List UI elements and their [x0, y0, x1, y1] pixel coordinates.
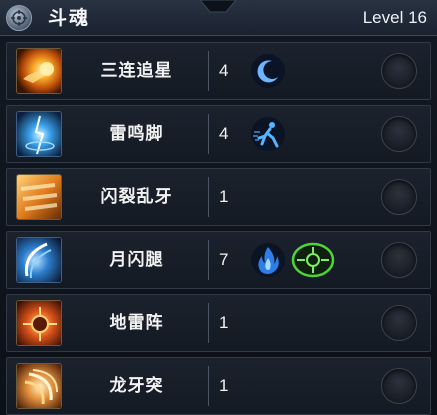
skill-toggle[interactable]	[381, 368, 417, 404]
column-divider	[208, 303, 209, 343]
column-divider	[208, 366, 209, 406]
level-label: Level 16	[362, 8, 427, 27]
lightning-kick-icon	[16, 111, 62, 157]
crescent-moon-icon[interactable]	[250, 53, 286, 89]
column-divider	[208, 51, 209, 91]
landmine-field-icon	[16, 300, 62, 346]
page-title: 斗魂	[48, 7, 91, 29]
skill-toggle[interactable]	[381, 179, 417, 215]
skill-name: 地雷阵	[109, 313, 164, 333]
skill-row[interactable]: 闪裂乱牙 1	[6, 168, 431, 226]
skill-name: 闪裂乱牙	[100, 187, 173, 207]
soul-emblem-icon	[6, 5, 32, 31]
skill-list: 三连追星 4 雷鸣脚 4 闪裂乱牙 1 月闪腿 7 地雷阵 1 龙牙突 1	[6, 42, 431, 415]
skill-rank: 4	[219, 61, 229, 80]
skill-panel: 斗魂 Level 16 三连追星 4 雷鸣脚 4 闪裂乱牙 1 月闪腿 7 地雷…	[0, 0, 437, 415]
skill-name: 三连追星	[100, 61, 173, 81]
running-figure-icon[interactable]	[250, 116, 286, 152]
skill-toggle[interactable]	[381, 53, 417, 89]
header-notch	[200, 0, 236, 13]
skill-row[interactable]: 三连追星 4	[6, 42, 431, 100]
skill-name: 月闪腿	[109, 250, 164, 270]
skill-rank: 4	[219, 124, 229, 143]
skill-toggle[interactable]	[381, 116, 417, 152]
skill-toggle[interactable]	[381, 242, 417, 278]
skill-row[interactable]: 雷鸣脚 4	[6, 105, 431, 163]
skill-rank: 1	[219, 313, 229, 332]
column-divider	[208, 177, 209, 217]
skill-name: 龙牙突	[109, 376, 164, 396]
skill-name: 雷鸣脚	[109, 124, 164, 144]
skill-row[interactable]: 地雷阵 1	[6, 294, 431, 352]
column-divider	[208, 114, 209, 154]
flurry-fists-icon	[16, 174, 62, 220]
green-target-icon[interactable]	[291, 242, 335, 278]
blue-flame-icon[interactable]	[250, 242, 286, 278]
dragon-fang-icon	[16, 363, 62, 409]
skill-toggle[interactable]	[381, 305, 417, 341]
skill-row[interactable]: 龙牙突 1	[6, 357, 431, 415]
column-divider	[208, 240, 209, 280]
skill-row[interactable]: 月闪腿 7	[6, 231, 431, 289]
skill-rank: 7	[219, 250, 229, 269]
fire-punch-icon	[16, 48, 62, 94]
skill-rank: 1	[219, 376, 229, 395]
skill-rank: 1	[219, 187, 229, 206]
panel-header: 斗魂 Level 16	[0, 0, 437, 36]
crescent-kick-icon	[16, 237, 62, 283]
